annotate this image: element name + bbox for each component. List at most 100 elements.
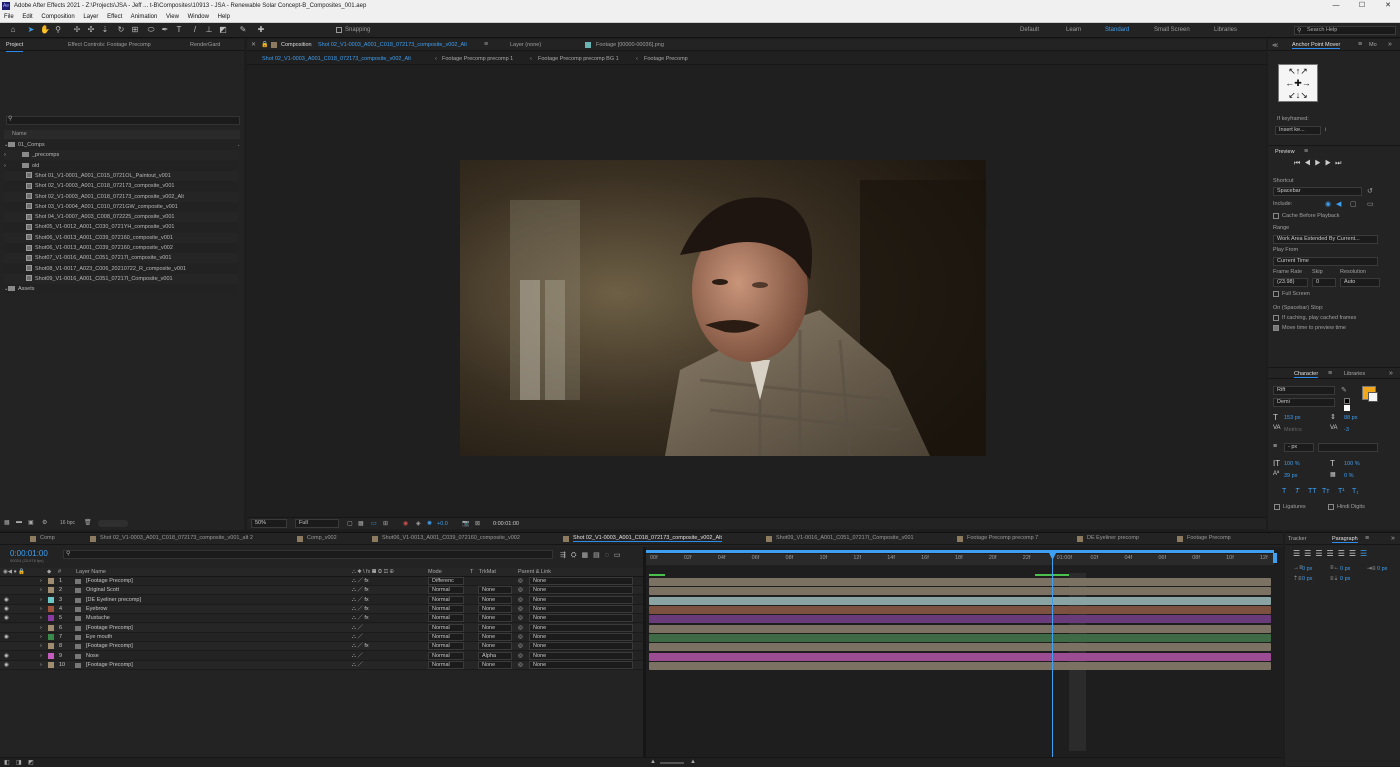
first-line-indent-value[interactable]: 0 px <box>1377 566 1387 572</box>
anchor-top-row[interactable]: ↖↑↗ <box>1279 65 1317 77</box>
search-help-input[interactable]: Search Help <box>1294 26 1396 35</box>
workspace-standard[interactable]: Standard <box>1105 27 1129 33</box>
menu-icon[interactable]: ≡ <box>1304 148 1308 155</box>
settings-icon[interactable]: ⚙ <box>42 519 47 526</box>
project-comp-item[interactable]: Shot07_V1-0016_A001_C051_07217I_composit… <box>4 253 238 264</box>
minimize-button[interactable]: — <box>1324 0 1348 12</box>
horizontal-scale-value[interactable]: 100 % <box>1344 461 1360 467</box>
pan-behind-icon[interactable]: ⊞ <box>130 25 140 35</box>
include-overlays-icon[interactable]: ▢ <box>1350 200 1357 208</box>
layer-duration-bar[interactable] <box>649 643 1271 652</box>
trash-icon[interactable]: 🗑 <box>84 519 92 526</box>
project-comp-item[interactable]: Shot08_V1-0017_A023_C006_20210722_R_comp… <box>4 263 238 274</box>
stroke-color-swatch[interactable] <box>1368 392 1378 402</box>
pen-tool-icon[interactable]: ✒ <box>160 25 170 35</box>
composition-name[interactable]: Shot 02_V1-0003_A001_C018_072173_composi… <box>318 39 467 50</box>
ellipse-tool-icon[interactable]: ⬭ <box>146 25 156 35</box>
close-icon[interactable]: ✕ <box>251 39 256 50</box>
layer-duration-bar[interactable] <box>649 615 1271 624</box>
home-icon[interactable]: ⌂ <box>8 25 18 35</box>
tab-character[interactable]: Character <box>1294 371 1319 378</box>
layer-duration-bar[interactable] <box>649 587 1271 596</box>
breadcrumb-item[interactable]: Shot 02_V1-0003_A001_C018_072173_composi… <box>262 56 411 62</box>
viewer-timecode[interactable]: 0:00:01:00 <box>493 521 519 527</box>
subscript-button[interactable]: T₁ <box>1352 488 1359 495</box>
baseline-shift-value[interactable]: 39 px <box>1284 473 1297 479</box>
magnification-dropdown[interactable]: 50% <box>251 519 287 528</box>
anchor-grid[interactable]: ↖↑↗ ←✚→ ↙↓↘ <box>1278 64 1318 102</box>
justify-all-icon[interactable]: ☰ <box>1360 549 1371 558</box>
expand-triangle-icon[interactable]: › <box>4 150 22 160</box>
full-screen-checkbox[interactable] <box>1273 291 1279 297</box>
zoom-in-icon[interactable]: ▲ <box>690 759 696 765</box>
project-comp-item[interactable]: Shot 04_V1-0007_A003_C008_072225_composi… <box>4 212 238 223</box>
expand-triangle-icon[interactable]: › <box>4 161 22 171</box>
puppet-pin-icon[interactable]: ✚ <box>256 25 266 35</box>
breadcrumb-item[interactable]: Footage Precomp precomp BG 1 <box>538 56 619 62</box>
workspace-small-screen[interactable]: Small Screen <box>1154 27 1190 33</box>
black-swatch[interactable] <box>1344 398 1350 404</box>
vertical-scale-value[interactable]: 100 % <box>1284 461 1300 467</box>
align-right-icon[interactable]: ☰ <box>1315 549 1326 558</box>
menu-view[interactable]: View <box>166 14 179 20</box>
menu-file[interactable]: File <box>4 14 14 20</box>
project-comp-item[interactable]: Shot 03_V1-0004_A001_C010_0721GW_composi… <box>4 201 238 212</box>
play-from-dropdown[interactable]: Current Time <box>1273 257 1378 266</box>
composition-viewer-frame[interactable] <box>460 160 986 456</box>
anchor-bottom-row[interactable]: ↙↓↘ <box>1279 89 1317 101</box>
workspace-default[interactable]: Default <box>1020 27 1039 33</box>
kerning-value[interactable]: Metrics <box>1284 427 1302 433</box>
layer-duration-bar[interactable] <box>649 662 1271 671</box>
menu-layer[interactable]: Layer <box>83 14 98 20</box>
layer-duration-bar[interactable] <box>649 606 1271 615</box>
menu-window[interactable]: Window <box>188 14 209 20</box>
lock-icon[interactable]: 🔒 <box>261 39 268 50</box>
rotate-tool-icon[interactable]: ↻ <box>116 25 126 35</box>
chevron-right-icon[interactable]: » <box>1388 41 1392 48</box>
align-center-icon[interactable]: ☰ <box>1304 549 1315 558</box>
exposure-value[interactable]: +0.0 <box>437 521 448 527</box>
move-time-checkbox[interactable] <box>1273 325 1279 331</box>
layer-duration-bar[interactable] <box>649 634 1271 643</box>
layer-duration-bar[interactable] <box>649 624 1271 633</box>
breadcrumb-item[interactable]: Footage Precomp <box>644 56 688 62</box>
roto-brush-icon[interactable]: ✎ <box>238 25 248 35</box>
include-audio-icon[interactable]: ◀ <box>1336 200 1341 208</box>
tab-project[interactable]: Project <box>6 39 24 52</box>
superscript-button[interactable]: T¹ <box>1338 488 1345 495</box>
tab-footage[interactable]: Footage [00000-00036].png <box>596 39 664 50</box>
layer-switches-toggle-icon[interactable]: ◧ <box>4 759 10 766</box>
new-folder-icon[interactable]: ▬ <box>16 519 22 525</box>
project-comp-item[interactable]: Shot09_V1-0016_A001_C051_07217I_Composit… <box>4 273 238 284</box>
zoom-slider[interactable] <box>660 762 684 764</box>
leading-value[interactable]: 88 px <box>1344 415 1357 421</box>
include-layer-controls-icon[interactable]: ▭ <box>1367 200 1374 208</box>
pan-camera-icon[interactable]: ✣ <box>86 25 96 35</box>
insert-keyframe-dropdown[interactable]: Insert ke... <box>1275 126 1321 135</box>
menu-icon[interactable]: ≡ <box>1328 370 1332 377</box>
mask-visibility-icon[interactable]: ▭ <box>371 520 377 527</box>
tab-layer[interactable]: Layer (none) <box>510 39 541 50</box>
zoom-tool-icon[interactable]: ⚲ <box>53 25 63 35</box>
faux-italic-button[interactable]: T <box>1295 488 1299 495</box>
orbit-camera-icon[interactable]: ✢ <box>72 25 82 35</box>
interpret-footage-icon[interactable]: ▦ <box>4 519 10 526</box>
workspace-learn[interactable]: Learn <box>1066 27 1081 33</box>
thumbnail-slider[interactable] <box>98 520 128 527</box>
hand-tool-icon[interactable]: ✋ <box>40 25 50 35</box>
resolution-dropdown[interactable]: Full <box>295 519 339 528</box>
project-comp-item[interactable]: Shot06_V1-0013_A001_C039_072160_composit… <box>4 243 238 253</box>
render-time-icon[interactable]: ◩ <box>28 759 34 766</box>
playhead[interactable] <box>1052 553 1054 757</box>
layer-duration-bar[interactable] <box>649 596 1271 605</box>
menu-help[interactable]: Help <box>218 14 230 20</box>
anchor-middle-row[interactable]: ←✚→ <box>1279 77 1317 89</box>
indent-left-value[interactable]: 0 px <box>1302 566 1312 572</box>
all-caps-button[interactable]: TT <box>1308 488 1317 495</box>
transparency-grid-icon[interactable]: ▦ <box>358 520 364 527</box>
close-button[interactable]: ✕ <box>1376 0 1400 12</box>
selection-tool-icon[interactable]: ➤ <box>26 25 36 35</box>
clone-stamp-icon[interactable]: ⊥ <box>204 25 214 35</box>
project-comp-item[interactable]: Shot06_V1-0013_A001_C039_072160_composit… <box>4 232 238 243</box>
type-tool-icon[interactable]: T <box>174 25 184 35</box>
